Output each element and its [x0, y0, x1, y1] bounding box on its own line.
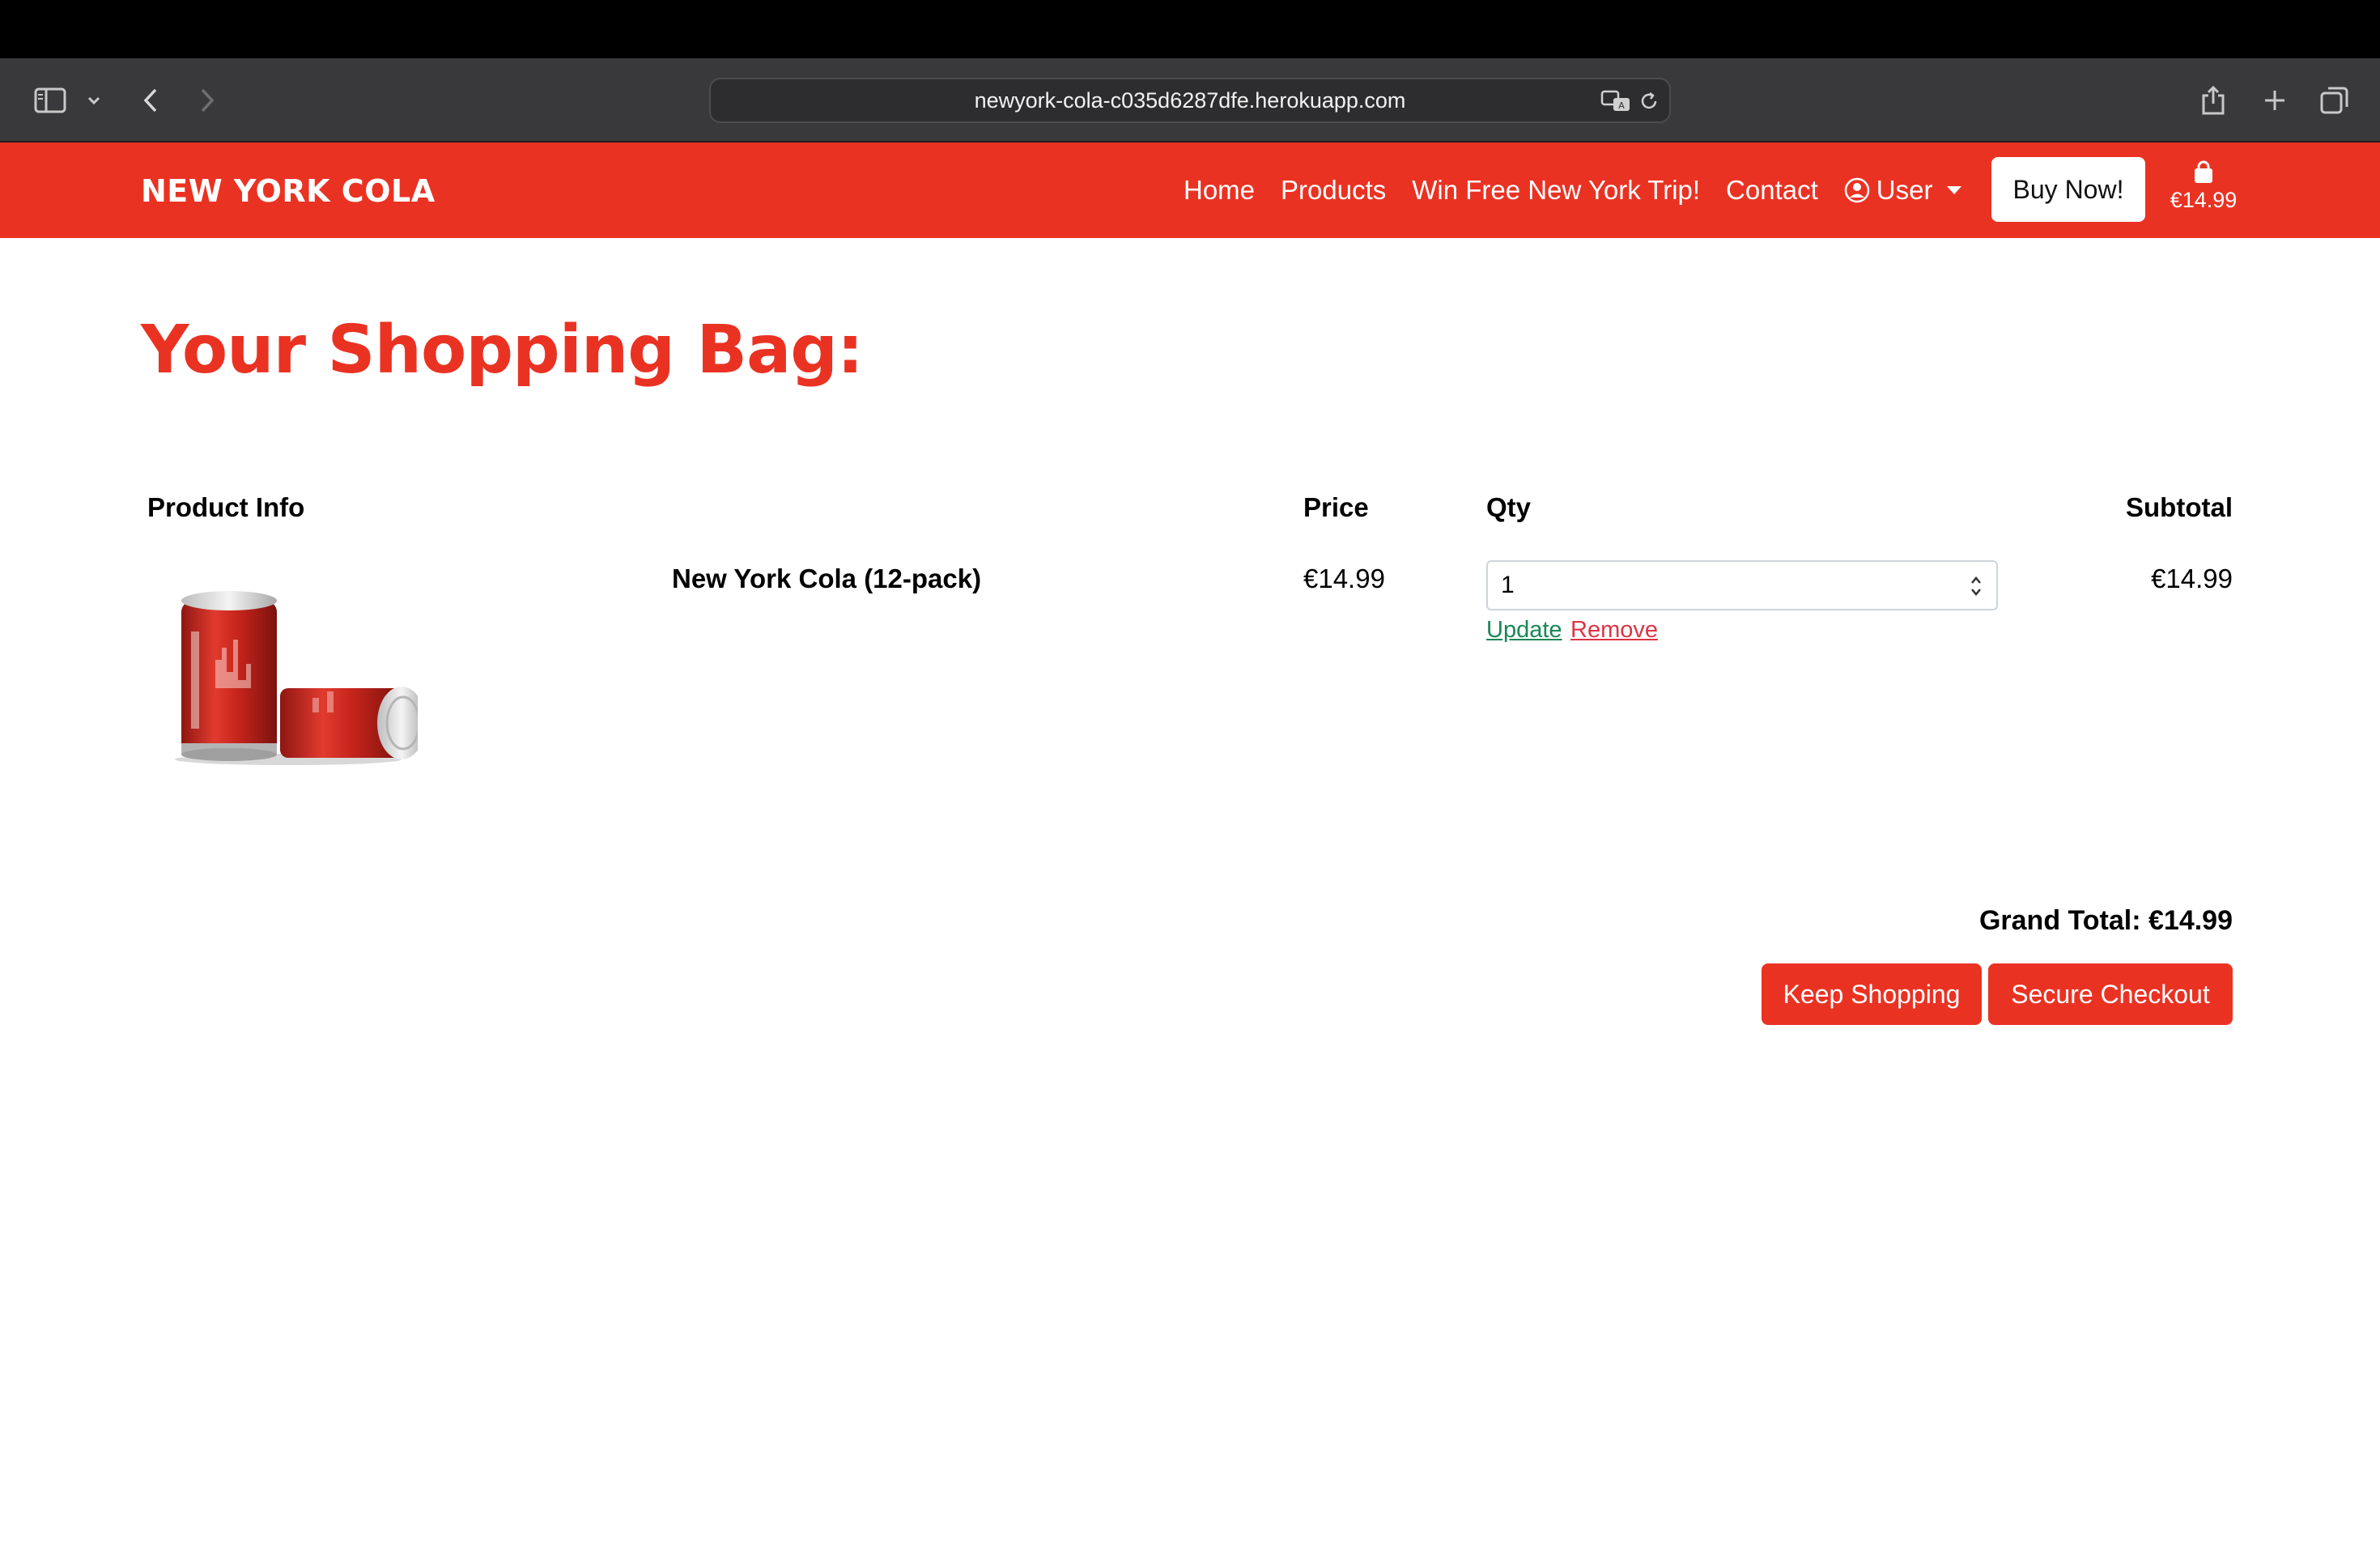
shopping-bag-icon: [2191, 160, 2216, 185]
window-top-bar: [0, 0, 2380, 58]
bag-total: €14.99: [2170, 188, 2238, 212]
product-price: €14.99: [1303, 563, 1385, 593]
product-name: New York Cola (12-pack): [672, 563, 982, 593]
site-navbar: NEW YORK COLA Home Products Win Free New…: [0, 142, 2380, 238]
address-bar[interactable]: newyork-cola-c035d6287dfe.herokuapp.com …: [709, 78, 1671, 123]
update-link[interactable]: Update: [1486, 617, 1562, 644]
nav-link-contact[interactable]: Contact: [1726, 175, 1818, 206]
reload-icon[interactable]: [1637, 89, 1661, 113]
header-product-info: Product Info: [147, 492, 305, 522]
nav-links: Home Products Win Free New York Trip! Co…: [1184, 142, 1962, 238]
forward-icon[interactable]: [191, 83, 223, 118]
page-title: Your Shopping Bag:: [141, 312, 864, 389]
sidebar-icon[interactable]: [32, 83, 68, 118]
header-price: Price: [1303, 492, 1369, 522]
back-icon[interactable]: [134, 83, 167, 118]
translate-icon[interactable]: A: [1600, 87, 1632, 115]
product-image[interactable]: [159, 583, 426, 769]
header-qty: Qty: [1486, 492, 1532, 522]
new-tab-icon[interactable]: [2259, 84, 2291, 117]
keep-shopping-button[interactable]: Keep Shopping: [1762, 963, 1982, 1025]
header-subtotal: Subtotal: [2126, 492, 2233, 522]
quantity-stepper[interactable]: [1969, 573, 1983, 599]
caret-down-icon: [1947, 186, 1962, 194]
user-label: User: [1876, 175, 1933, 205]
brand-logo[interactable]: NEW YORK COLA: [141, 173, 436, 209]
svg-text:A: A: [1618, 100, 1625, 111]
nav-link-products[interactable]: Products: [1281, 175, 1386, 206]
tabs-overview-icon[interactable]: [2317, 83, 2352, 118]
nav-link-home[interactable]: Home: [1184, 175, 1255, 206]
browser-toolbar: newyork-cola-c035d6287dfe.herokuapp.com …: [0, 58, 2380, 142]
share-icon[interactable]: [2197, 81, 2229, 120]
shopping-bag-link[interactable]: €14.99: [2170, 160, 2238, 225]
chevron-down-icon[interactable]: [84, 89, 104, 112]
row-subtotal: €14.99: [2151, 563, 2233, 593]
buy-now-button[interactable]: Buy Now!: [1991, 157, 2145, 222]
user-dropdown[interactable]: User: [1844, 175, 1962, 206]
remove-link[interactable]: Remove: [1570, 617, 1658, 644]
quantity-value[interactable]: 1: [1501, 572, 1515, 599]
secure-checkout-button[interactable]: Secure Checkout: [1988, 963, 2233, 1025]
nav-link-win-trip[interactable]: Win Free New York Trip!: [1412, 175, 1700, 206]
user-circle-icon: [1844, 177, 1870, 203]
grand-total: Grand Total: €14.99: [1978, 905, 2233, 936]
url-text[interactable]: newyork-cola-c035d6287dfe.herokuapp.com: [711, 79, 1669, 121]
quantity-input[interactable]: 1: [1486, 560, 1998, 610]
